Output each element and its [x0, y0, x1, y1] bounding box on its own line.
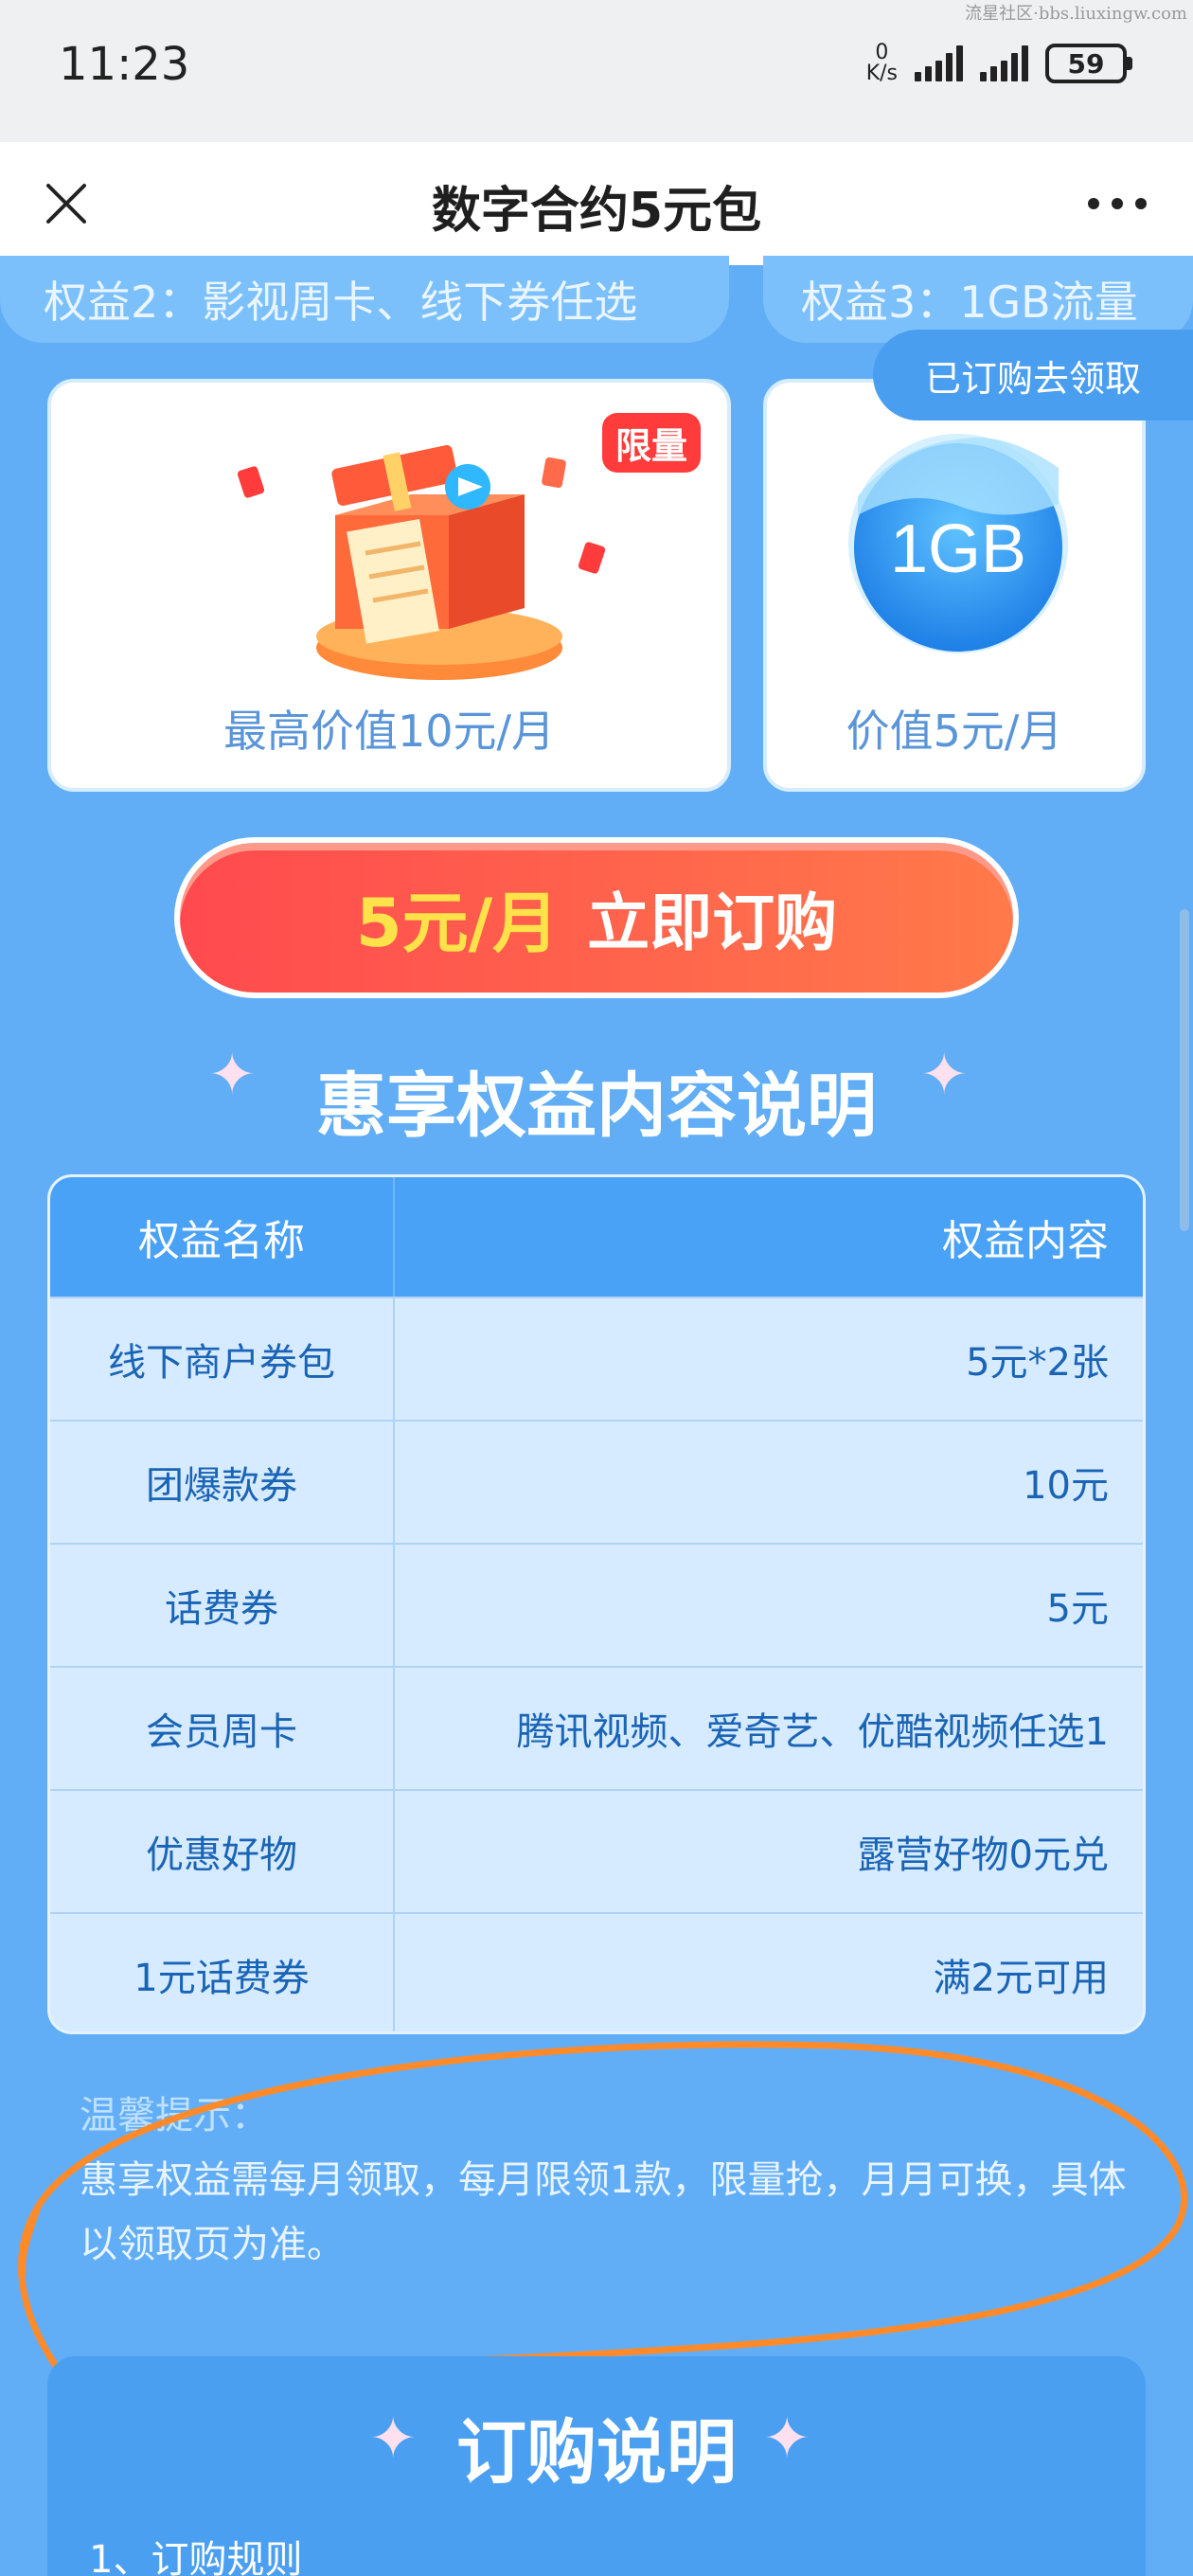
header-benefit-name: 权益名称 — [50, 1177, 395, 1297]
benefit-pill-2: 权益2：影视周卡、线下券任选 — [0, 256, 729, 343]
card-caption-right: 价值5元/月 — [846, 706, 1063, 757]
row-content: 满2元可用 — [933, 1957, 1109, 2000]
subscribe-price: 5元/月 — [355, 884, 560, 962]
row-name: 优惠好物 — [50, 1791, 395, 1912]
table-row: 线下商户券包 5元*2张 — [50, 1297, 1143, 1420]
sparkle-icon: ✦ — [920, 1042, 969, 1108]
more-icon[interactable] — [1070, 166, 1165, 242]
watermark-text: 流星社区·bbs.liuxingw.com — [965, 4, 1187, 24]
status-icons: 0 K/s 59 — [866, 43, 1132, 84]
table-row: 话费券 5元 — [50, 1543, 1143, 1666]
row-content: 5元 — [1046, 1587, 1109, 1631]
benefits-section-title: 惠享权益内容说明 — [316, 1065, 877, 1147]
net-speed-indicator: 0 K/s — [866, 43, 898, 84]
order-rule-1: 1、订购规则 — [89, 2538, 303, 2576]
subscribe-label: 立即订购 — [587, 886, 838, 959]
data-globe-icon: 1GB — [848, 434, 1068, 653]
net-speed-value: 0 — [875, 41, 889, 64]
tips-title: 温馨提示： — [80, 2094, 269, 2138]
tips-block: 温馨提示： 惠享权益需每月领取，每月限领1款，限量抢，月月可换，具体以领取页为准… — [80, 2084, 1140, 2277]
battery-icon: 59 — [1045, 44, 1132, 83]
battery-level: 59 — [1067, 47, 1105, 80]
row-content: 5元*2张 — [966, 1341, 1109, 1385]
table-row: 团爆款券 10元 — [50, 1420, 1143, 1543]
ordered-claim-button[interactable]: 已订购去领取 — [873, 330, 1193, 420]
header-benefit-content: 权益内容 — [942, 1217, 1109, 1265]
benefit-card-data[interactable]: 1GB 价值5元/月 — [763, 379, 1146, 792]
tips-body: 惠享权益需每月领取，每月限领1款，限量抢，月月可换，具体以领取页为准。 — [80, 2158, 1127, 2266]
gift-box-icon — [237, 445, 606, 680]
card-caption-left: 最高价值10元/月 — [223, 706, 556, 757]
row-name: 1元话费券 — [50, 1914, 395, 2031]
signal-icon-2 — [980, 45, 1028, 81]
status-time: 11:23 — [59, 38, 190, 91]
benefit-card-coupons[interactable]: 限量 最高价值10元/月 — [47, 379, 731, 792]
table-row: 优惠好物 露营好物0元兑 — [50, 1789, 1143, 1912]
data-badge-text: 1GB — [890, 511, 1026, 587]
signal-icon — [915, 45, 963, 81]
table-header: 权益名称 权益内容 — [50, 1177, 1143, 1297]
subscribe-button[interactable]: 5元/月 立即订购 — [174, 837, 1019, 998]
row-content: 露营好物0元兑 — [857, 1834, 1109, 1877]
scrollbar[interactable] — [1180, 909, 1189, 1231]
table-row: 会员周卡 腾讯视频、爱奇艺、优酷视频任选1 — [50, 1666, 1143, 1789]
sparkle-icon: ✦ — [763, 2406, 811, 2472]
page-title: 数字合约5元包 — [431, 183, 762, 240]
row-name: 话费券 — [50, 1545, 395, 1666]
nav-bar: 数字合约5元包 — [0, 142, 1193, 265]
row-content: 腾讯视频、爱奇艺、优酷视频任选1 — [516, 1710, 1109, 1754]
order-section-title: 订购说明 — [456, 2412, 737, 2494]
table-row: 1元话费券 满2元可用 — [50, 1912, 1143, 2031]
row-name: 团爆款券 — [50, 1422, 395, 1543]
row-name: 会员周卡 — [50, 1668, 395, 1789]
benefits-table: 权益名称 权益内容 线下商户券包 5元*2张 团爆款券 10元 话费券 5元 会… — [47, 1174, 1146, 2034]
net-speed-unit: K/s — [865, 62, 898, 85]
row-name: 线下商户券包 — [50, 1298, 395, 1420]
status-bar: 11:23 流星社区·bbs.liuxingw.com 0 K/s 59 — [0, 0, 1193, 142]
row-content: 10元 — [1023, 1464, 1109, 1508]
